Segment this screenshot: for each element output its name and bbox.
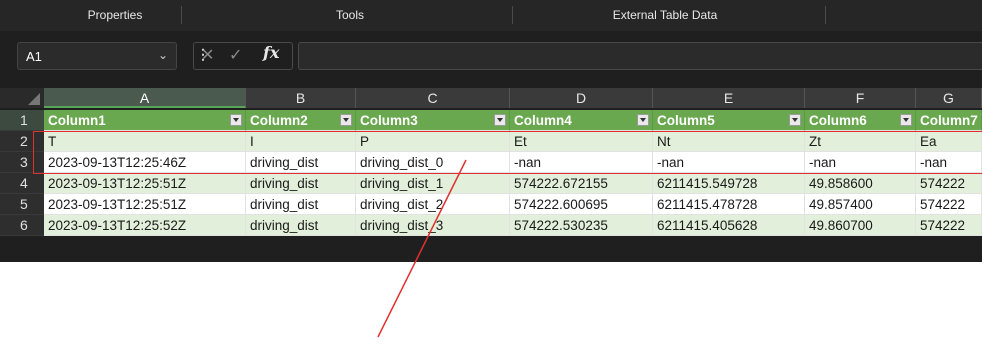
- insert-function-icon[interactable]: fx: [263, 43, 279, 62]
- table-cell[interactable]: Column5: [653, 110, 805, 131]
- table-cell[interactable]: Column2: [246, 110, 356, 131]
- row-header-3[interactable]: 3: [0, 152, 44, 173]
- row-header-6[interactable]: 6: [0, 215, 44, 236]
- table-cell[interactable]: 574222: [916, 215, 982, 236]
- cell-text: Column3: [360, 113, 418, 128]
- filter-dropdown-icon[interactable]: [494, 114, 506, 126]
- row-header-2[interactable]: 2: [0, 131, 44, 152]
- table-cell[interactable]: driving_dist_1: [356, 173, 510, 194]
- formula-input[interactable]: [298, 42, 982, 70]
- select-all-icon: [28, 93, 40, 105]
- table-cell[interactable]: 574222.672155: [510, 173, 653, 194]
- table-cell[interactable]: 574222.530235: [510, 215, 653, 236]
- table-cell[interactable]: driving_dist: [246, 194, 356, 215]
- row-header-1[interactable]: 1: [0, 110, 44, 131]
- cancel-icon[interactable]: ✕: [201, 45, 214, 65]
- filter-dropdown-icon[interactable]: [900, 114, 912, 126]
- table-cell[interactable]: Column4: [510, 110, 653, 131]
- cell-text: Column1: [48, 113, 106, 128]
- ribbon-group-tools[interactable]: Tools: [290, 0, 410, 31]
- table-row: 2023-09-13T12:25:52Z driving_dist drivin…: [44, 215, 982, 236]
- filter-dropdown-icon[interactable]: [230, 114, 242, 126]
- spreadsheet-grid: A B C D E F G 1 2 3 4 5 6 Column1 Column…: [0, 88, 982, 262]
- column-header-a[interactable]: A: [44, 88, 246, 108]
- table-cell[interactable]: driving_dist_3: [356, 215, 510, 236]
- row-header-5[interactable]: 5: [0, 194, 44, 215]
- table-cell[interactable]: 574222: [916, 173, 982, 194]
- column-header-d[interactable]: D: [510, 88, 653, 108]
- table-cell[interactable]: 2023-09-13T12:25:46Z: [44, 152, 246, 173]
- table-cell[interactable]: driving_dist_0: [356, 152, 510, 173]
- table-cell[interactable]: driving_dist: [246, 152, 356, 173]
- cell-text: Column6: [809, 113, 867, 128]
- table-cell[interactable]: 49.860700: [805, 215, 916, 236]
- excel-window: Properties Tools External Table Data A1 …: [0, 0, 982, 262]
- ribbon-group-external-table-data[interactable]: External Table Data: [590, 0, 740, 31]
- table-cell[interactable]: driving_dist: [246, 173, 356, 194]
- table-cell[interactable]: driving_dist_2: [356, 194, 510, 215]
- table-cell[interactable]: 574222.600695: [510, 194, 653, 215]
- table-cell[interactable]: Et: [510, 131, 653, 152]
- name-box[interactable]: A1 ⌄: [17, 42, 177, 70]
- select-all-corner[interactable]: [0, 88, 44, 108]
- table-cell[interactable]: 2023-09-13T12:25:52Z: [44, 215, 246, 236]
- enter-icon[interactable]: ✓: [229, 45, 242, 65]
- table-cell[interactable]: T: [44, 131, 246, 152]
- table-cell[interactable]: Column3: [356, 110, 510, 131]
- table-cell[interactable]: Ea: [916, 131, 982, 152]
- table-cell[interactable]: 49.858600: [805, 173, 916, 194]
- ribbon-divider: [512, 6, 513, 24]
- table-cell[interactable]: Zt: [805, 131, 916, 152]
- column-header-b[interactable]: B: [246, 88, 356, 108]
- table-cell[interactable]: 574222: [916, 194, 982, 215]
- table-cell[interactable]: -nan: [916, 152, 982, 173]
- column-header-f[interactable]: F: [805, 88, 916, 108]
- ribbon-divider: [825, 6, 826, 24]
- table-cell[interactable]: 2023-09-13T12:25:51Z: [44, 194, 246, 215]
- table-cell[interactable]: P: [356, 131, 510, 152]
- table-cell[interactable]: 2023-09-13T12:25:51Z: [44, 173, 246, 194]
- ribbon-group-labels: Properties Tools External Table Data: [0, 0, 982, 31]
- formula-bar: A1 ⌄ ⋮ ✕ ✓ fx: [0, 39, 982, 75]
- table-cell[interactable]: 6211415.478728: [653, 194, 805, 215]
- table-cell[interactable]: I: [246, 131, 356, 152]
- cell-text: Column2: [250, 113, 308, 128]
- table-row: 2023-09-13T12:25:46Z driving_dist drivin…: [44, 152, 982, 173]
- table-cell[interactable]: 49.857400: [805, 194, 916, 215]
- name-box-value: A1: [26, 49, 42, 64]
- cell-text: Column7: [920, 113, 978, 128]
- table-cell[interactable]: driving_dist: [246, 215, 356, 236]
- column-header-e[interactable]: E: [653, 88, 805, 108]
- table-cell[interactable]: 6211415.405628: [653, 215, 805, 236]
- table-row: T I P Et Nt Zt Ea: [44, 131, 982, 152]
- chevron-down-icon[interactable]: ⌄: [158, 48, 168, 62]
- cell-text: Column4: [514, 113, 572, 128]
- ribbon-divider: [181, 6, 182, 24]
- table-row: 2023-09-13T12:25:51Z driving_dist drivin…: [44, 194, 982, 215]
- table-cell[interactable]: Column7: [916, 110, 982, 131]
- table-cell[interactable]: Column6: [805, 110, 916, 131]
- filter-dropdown-icon[interactable]: [637, 114, 649, 126]
- column-header-g[interactable]: G: [916, 88, 982, 108]
- column-header-c[interactable]: C: [356, 88, 510, 108]
- table-cell[interactable]: Column1: [44, 110, 246, 131]
- table-cell[interactable]: 6211415.549728: [653, 173, 805, 194]
- ribbon-group-properties[interactable]: Properties: [55, 0, 175, 31]
- cell-text: Column5: [657, 113, 715, 128]
- table-cell[interactable]: Nt: [653, 131, 805, 152]
- table-cell[interactable]: -nan: [510, 152, 653, 173]
- row-header-4[interactable]: 4: [0, 173, 44, 194]
- table-header-row: Column1 Column2 Column3 Column4 Column5 …: [44, 110, 982, 131]
- table-row: 2023-09-13T12:25:51Z driving_dist drivin…: [44, 173, 982, 194]
- filter-dropdown-icon[interactable]: [340, 114, 352, 126]
- table-cell[interactable]: -nan: [653, 152, 805, 173]
- table-cell[interactable]: -nan: [805, 152, 916, 173]
- filter-dropdown-icon[interactable]: [789, 114, 801, 126]
